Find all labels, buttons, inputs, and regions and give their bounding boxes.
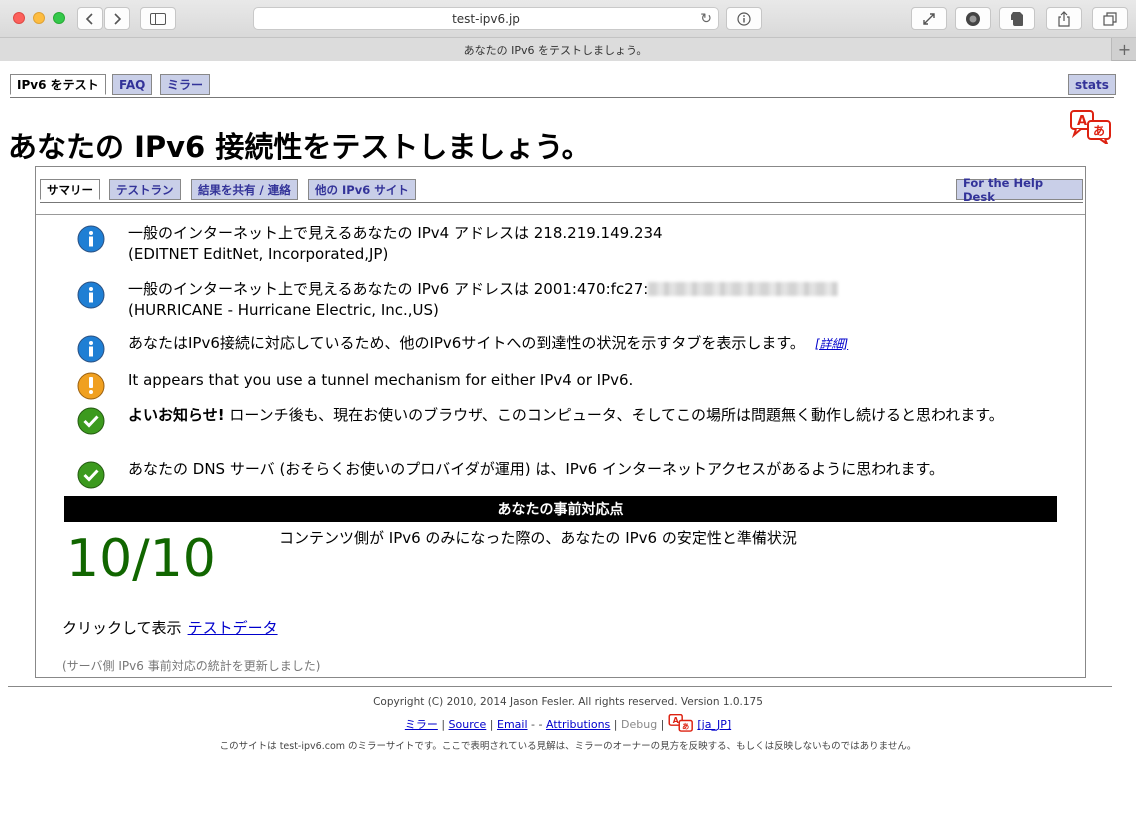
test-data-link[interactable]: テストデータ [188, 619, 278, 637]
translate-icon[interactable]: A あ [1069, 110, 1113, 144]
result-ipv6: 一般のインターネット上で見えるあなたの IPv6 アドレスは 2001:470:… [76, 279, 1076, 323]
circle-extension-icon [966, 11, 980, 26]
minimize-window-button[interactable] [33, 12, 45, 24]
svg-text:A: A [1077, 114, 1087, 129]
browser-tab[interactable]: あなたの IPv6 をテストしましょう。 [0, 38, 1112, 61]
tab-title: あなたの IPv6 をテストしましょう。 [463, 43, 648, 57]
results-subnav: サマリー テストラン 結果を共有 / 連絡 他の IPv6 サイト For th… [40, 176, 1083, 204]
ipv4-isp-text: (EDITNET EditNet, Incorporated,JP) [128, 245, 389, 263]
reader-info-button[interactable] [726, 7, 762, 30]
email-suffix: - [527, 718, 536, 731]
tab-help-desk[interactable]: For the Help Desk [956, 176, 1083, 204]
tab-share-contact[interactable]: 結果を共有 / 連絡 [191, 179, 298, 200]
tab-bar: あなたの IPv6 をテストしましょう。 + [0, 38, 1136, 61]
tab-ipv6-test[interactable]: IPv6 をテスト [10, 74, 106, 95]
footer-divider [8, 686, 1112, 687]
footer-link-source[interactable]: Source [449, 718, 487, 731]
details-link[interactable]: [詳細] [815, 337, 848, 351]
results-panel: サマリー テストラン 結果を共有 / 連絡 他の IPv6 サイト For th… [35, 166, 1086, 678]
info-icon [77, 281, 105, 309]
svg-text:A: A [673, 716, 679, 725]
readiness-header: あなたの事前対応点 [64, 496, 1057, 522]
test-data-row: クリックして表示 テストデータ [62, 617, 278, 638]
extension-button[interactable] [955, 7, 991, 30]
ipv6-address-text: 一般のインターネット上で見えるあなたの IPv6 アドレスは 2001:470:… [128, 280, 649, 298]
warning-icon [77, 372, 105, 400]
reload-icon[interactable]: ↻ [700, 11, 712, 27]
good-news-label: よいお知らせ! [128, 406, 225, 424]
info-icon [77, 335, 105, 363]
share-button[interactable] [1046, 7, 1082, 30]
dns-text: あなたの DNS サーバ (おそらくお使いのプロバイダが運用) は、IPv6 イ… [128, 460, 944, 478]
forward-button[interactable] [104, 7, 130, 30]
result-ipv4: 一般のインターネット上で見えるあなたの IPv4 アドレスは 218.219.1… [76, 223, 1076, 267]
tabs-icon [1103, 11, 1117, 26]
back-button[interactable] [77, 7, 103, 30]
chevron-right-icon [114, 12, 122, 25]
result-dns: あなたの DNS サーバ (おそらくお使いのプロバイダが運用) は、IPv6 イ… [76, 459, 1076, 489]
checkmark-icon [77, 407, 105, 435]
checkmark-icon [77, 461, 105, 489]
copyright-text: Copyright (C) 2010, 2014 Jason Fesler. A… [373, 696, 763, 708]
expand-arrows-icon [923, 12, 935, 25]
tunnel-text: It appears that you use a tunnel mechani… [128, 371, 634, 389]
svg-text:あ: あ [1093, 124, 1105, 138]
tab-overview-button[interactable] [1092, 7, 1128, 30]
close-window-button[interactable] [13, 12, 25, 24]
tabs-info-text: あなたはIPv6接続に対応しているため、他のIPv6サイトへの到達性の状況を示す… [128, 334, 805, 352]
readiness-score: 10/10 [66, 529, 216, 589]
address-bar[interactable]: test-ipv6.jp ↻ [253, 7, 719, 30]
sidebar-icon [150, 12, 166, 25]
tab-other-ipv6-sites[interactable]: 他の IPv6 サイト [308, 179, 416, 200]
tab-testrun[interactable]: テストラン [109, 179, 181, 200]
tab-faq[interactable]: FAQ [112, 74, 153, 95]
info-icon [77, 225, 105, 253]
divider [36, 214, 1085, 215]
browser-window: test-ipv6.jp ↻ あなたの IPv6 をテストしましょう。 + IP… [0, 0, 1136, 834]
footer-links: ミラー | Source | Email - - Attributions | … [0, 714, 1136, 734]
browser-toolbar: test-ipv6.jp ↻ [0, 0, 1136, 38]
footer-link-email[interactable]: Email [497, 718, 528, 731]
zoom-window-button[interactable] [53, 12, 65, 24]
result-tabs-info: あなたはIPv6接続に対応しているため、他のIPv6サイトへの到達性の状況を示す… [76, 333, 1076, 363]
footer-link-attributions[interactable]: Attributions [546, 718, 610, 731]
separator-dash: - [538, 718, 543, 731]
result-good-news: よいお知らせ! ローンチ後も、現在お使いのブラウザ、このコンピュータ、そしてこの… [76, 405, 1076, 449]
new-tab-button[interactable]: + [1113, 38, 1136, 61]
sidebar-button[interactable] [140, 7, 176, 30]
stats-updated-note: (サーバ側 IPv6 事前対応の統計を更新しました) [62, 659, 321, 673]
good-news-text: ローンチ後も、現在お使いのブラウザ、このコンピュータ、そしてこの場所は問題無く動… [224, 406, 1004, 424]
info-icon [737, 11, 751, 26]
footer-link-debug[interactable]: Debug [621, 718, 657, 731]
mirror-disclaimer: このサイトは test-ipv6.com のミラーサイトです。ここで表明されてい… [219, 741, 917, 752]
url-text: test-ipv6.jp [452, 11, 520, 26]
footer-link-locale[interactable]: [ja_JP] [697, 718, 731, 731]
web-page: IPv6 をテスト FAQ ミラー stats あなたの IPv6 接続性をテス… [0, 62, 1136, 834]
footer-link-mirror[interactable]: ミラー [405, 718, 438, 731]
click-to-show-label: クリックして表示 [62, 619, 182, 637]
elephant-icon [1011, 11, 1023, 26]
evernote-button[interactable] [999, 7, 1035, 30]
tab-summary[interactable]: サマリー [40, 179, 100, 200]
fullscreen-button[interactable] [911, 7, 947, 30]
share-icon [1058, 10, 1070, 27]
ipv6-isp-text: (HURRICANE - Hurricane Electric, Inc.,US… [128, 301, 439, 319]
page-title: あなたの IPv6 接続性をテストしましょう。 [8, 130, 591, 164]
svg-text:あ: あ [682, 722, 689, 731]
tab-stats[interactable]: stats [1068, 74, 1116, 95]
tab-mirror[interactable]: ミラー [160, 74, 211, 95]
main-nav: IPv6 をテスト FAQ ミラー stats [10, 74, 1116, 98]
readiness-description: コンテンツ側が IPv6 のみになった際の、あなたの IPv6 の安定性と準備状… [279, 529, 797, 547]
result-tunnel: It appears that you use a tunnel mechani… [76, 370, 1076, 400]
translate-icon[interactable]: A あ [668, 714, 694, 734]
redacted-address [648, 282, 839, 296]
chevron-left-icon [85, 12, 93, 25]
ipv4-address-text: 一般のインターネット上で見えるあなたの IPv4 アドレスは 218.219.1… [128, 224, 663, 242]
